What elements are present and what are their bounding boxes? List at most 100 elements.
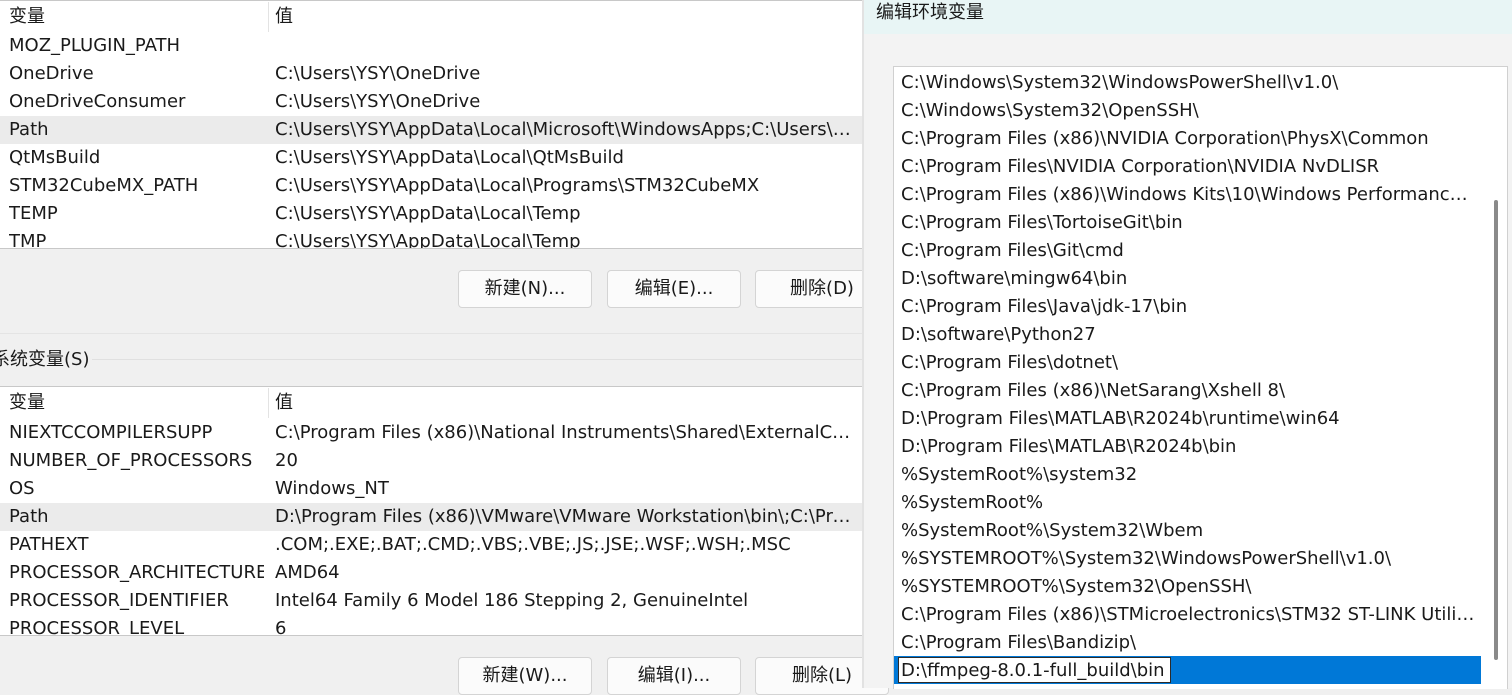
variable-name: PATHEXT xyxy=(9,534,89,555)
path-edit-input[interactable] xyxy=(898,657,1171,683)
table-row[interactable]: OneDriveConsumer C:\Users\YSY\OneDrive xyxy=(0,88,862,116)
edit-environment-variable-dialog: 编辑环境变量 C:\Windows\System32\WindowsPowerS… xyxy=(864,0,1512,689)
table-row-selected[interactable]: Path D:\Program Files (x86)\VMware\VMwar… xyxy=(0,503,862,531)
variable-name: OS xyxy=(9,478,35,499)
variable-name: NUMBER_OF_PROCESSORS xyxy=(9,450,253,471)
list-item[interactable]: C:\Program Files\dotnet\ xyxy=(894,349,1481,377)
table-row[interactable]: TEMP C:\Users\YSY\AppData\Local\Temp xyxy=(0,200,862,228)
path-entry: C:\Program Files (x86)\NetSarang\Xshell … xyxy=(901,380,1286,401)
list-item[interactable]: C:\Windows\System32\WindowsPowerShell\v1… xyxy=(894,69,1481,97)
variable-value: D:\Program Files (x86)\VMware\VMware Wor… xyxy=(275,506,857,527)
path-entry: D:\software\Python27 xyxy=(901,324,1096,345)
list-item[interactable]: C:\Program Files (x86)\STMicroelectronic… xyxy=(894,601,1481,629)
path-entries-list[interactable]: C:\Windows\System32\WindowsPowerShell\v1… xyxy=(893,66,1508,689)
path-entry: C:\Program Files\TortoiseGit\bin xyxy=(901,212,1183,233)
path-entry: C:\Windows\System32\OpenSSH\ xyxy=(901,100,1199,121)
system-variables-header: 变量 值 xyxy=(0,388,862,418)
variable-value: C:\Program Files (x86)\National Instrume… xyxy=(275,422,857,443)
path-entry: C:\Windows\System32\WindowsPowerShell\v1… xyxy=(901,72,1339,93)
table-row[interactable]: OneDrive C:\Users\YSY\OneDrive xyxy=(0,60,862,88)
user-variables-list[interactable]: 变量 值 MOZ_PLUGIN_PATH OneDrive C:\Users\Y… xyxy=(0,0,863,249)
list-item[interactable]: %SystemRoot% xyxy=(894,489,1481,517)
table-row[interactable]: PROCESSOR_ARCHITECTURE AMD64 xyxy=(0,559,862,587)
table-row[interactable]: PROCESSOR_LEVEL 6 xyxy=(0,615,862,636)
list-item[interactable]: C:\Program Files (x86)\Windows Kits\10\W… xyxy=(894,181,1481,209)
edit-user-variable-button[interactable]: 编辑(E)... xyxy=(607,270,741,308)
list-item[interactable]: %SystemRoot%\System32\Wbem xyxy=(894,517,1481,545)
path-entry: %SystemRoot% xyxy=(901,492,1044,513)
list-item[interactable]: C:\Program Files\TortoiseGit\bin xyxy=(894,209,1481,237)
path-entry: C:\Program Files\Bandizip\ xyxy=(901,632,1137,653)
path-entry: D:\Program Files\MATLAB\R2024b\bin xyxy=(901,436,1237,457)
variable-value: C:\Users\YSY\OneDrive xyxy=(275,63,481,84)
variable-name: Path xyxy=(9,119,49,140)
user-variables-header: 变量 值 xyxy=(0,2,862,32)
variable-name: Path xyxy=(9,506,49,527)
table-row[interactable]: PATHEXT .COM;.EXE;.BAT;.CMD;.VBS;.VBE;.J… xyxy=(0,531,862,559)
list-item-editing[interactable] xyxy=(894,656,1481,684)
system-variables-label: 系统变量(S) xyxy=(0,349,90,370)
path-entry: D:\Program Files\MATLAB\R2024b\runtime\w… xyxy=(901,408,1340,429)
title-bar[interactable]: 编辑环境变量 xyxy=(864,0,1512,34)
path-entry: %SYSTEMROOT%\System32\OpenSSH\ xyxy=(901,576,1252,597)
environment-variables-dialog: 变量 值 MOZ_PLUGIN_PATH OneDrive C:\Users\Y… xyxy=(0,0,889,695)
table-row[interactable]: NIEXTCCOMPILERSUPP C:\Program Files (x86… xyxy=(0,419,862,447)
new-user-variable-button[interactable]: 新建(N)... xyxy=(458,270,592,308)
table-row[interactable]: OS Windows_NT xyxy=(0,475,862,503)
variable-value: AMD64 xyxy=(275,562,340,583)
variable-name: PROCESSOR_IDENTIFIER xyxy=(9,590,229,611)
list-item[interactable]: %SystemRoot%\system32 xyxy=(894,461,1481,489)
variable-name: OneDriveConsumer xyxy=(9,91,186,112)
new-system-variable-button[interactable]: 新建(W)... xyxy=(458,657,592,695)
list-item[interactable]: D:\Program Files\MATLAB\R2024b\runtime\w… xyxy=(894,405,1481,433)
table-row[interactable]: QtMsBuild C:\Users\YSY\AppData\Local\QtM… xyxy=(0,144,862,172)
vertical-scrollbar[interactable] xyxy=(1488,67,1506,689)
path-entry: C:\Program Files\Git\cmd xyxy=(901,240,1124,261)
variable-value: 20 xyxy=(275,450,298,471)
variable-name: PROCESSOR_ARCHITECTURE xyxy=(9,562,264,583)
table-row[interactable]: TMP C:\Users\YSY\AppData\Local\Temp xyxy=(0,228,862,249)
list-item[interactable]: C:\Program Files\Bandizip\ xyxy=(894,629,1481,657)
variable-name: STM32CubeMX_PATH xyxy=(9,175,199,196)
variable-name: PROCESSOR_LEVEL xyxy=(9,618,185,636)
variable-name: TMP xyxy=(9,231,47,249)
list-item[interactable]: C:\Windows\System32\OpenSSH\ xyxy=(894,97,1481,125)
variable-name: MOZ_PLUGIN_PATH xyxy=(9,35,181,56)
variable-value: C:\Users\YSY\AppData\Local\Microsoft\Win… xyxy=(275,119,857,140)
table-row[interactable]: NUMBER_OF_PROCESSORS 20 xyxy=(0,447,862,475)
list-item[interactable]: %SYSTEMROOT%\System32\OpenSSH\ xyxy=(894,573,1481,601)
list-item[interactable]: C:\Program Files\NVIDIA Corporation\NVID… xyxy=(894,153,1481,181)
variable-value: Intel64 Family 6 Model 186 Stepping 2, G… xyxy=(275,590,749,611)
group-box-line xyxy=(92,359,864,360)
variable-name: NIEXTCCOMPILERSUPP xyxy=(9,422,213,443)
path-entry: %SYSTEMROOT%\System32\WindowsPowerShell\… xyxy=(901,548,1392,569)
system-variables-list[interactable]: 变量 值 NIEXTCCOMPILERSUPP C:\Program Files… xyxy=(0,386,863,636)
column-header-name[interactable]: 变量 xyxy=(9,2,264,32)
list-item[interactable]: C:\Program Files\Git\cmd xyxy=(894,237,1481,265)
scrollbar-thumb[interactable] xyxy=(1494,200,1498,660)
column-header-value[interactable]: 值 xyxy=(275,2,857,32)
path-entry: C:\Program Files\dotnet\ xyxy=(901,352,1119,373)
list-item[interactable]: D:\Program Files\MATLAB\R2024b\bin xyxy=(894,433,1481,461)
table-row-selected[interactable]: Path C:\Users\YSY\AppData\Local\Microsof… xyxy=(0,116,862,144)
variable-value: C:\Users\YSY\AppData\Local\Temp xyxy=(275,203,581,224)
column-divider[interactable] xyxy=(268,2,269,32)
list-item[interactable]: C:\Program Files (x86)\NVIDIA Corporatio… xyxy=(894,125,1481,153)
list-item[interactable]: %SYSTEMROOT%\System32\WindowsPowerShell\… xyxy=(894,545,1481,573)
path-entry: C:\Program Files (x86)\STMicroelectronic… xyxy=(901,604,1477,625)
table-row[interactable]: MOZ_PLUGIN_PATH xyxy=(0,32,862,60)
variable-name: TEMP xyxy=(9,203,58,224)
edit-system-variable-button[interactable]: 编辑(I)... xyxy=(607,657,741,695)
table-row[interactable]: PROCESSOR_IDENTIFIER Intel64 Family 6 Mo… xyxy=(0,587,862,615)
list-item[interactable]: D:\software\Python27 xyxy=(894,321,1481,349)
table-row[interactable]: STM32CubeMX_PATH C:\Users\YSY\AppData\Lo… xyxy=(0,172,862,200)
list-item[interactable]: C:\Program Files\Java\jdk-17\bin xyxy=(894,293,1481,321)
divider xyxy=(0,333,864,334)
list-item[interactable]: C:\Program Files (x86)\NetSarang\Xshell … xyxy=(894,377,1481,405)
path-entry: %SystemRoot%\system32 xyxy=(901,464,1138,485)
path-entry: D:\software\mingw64\bin xyxy=(901,268,1128,289)
column-header-value[interactable]: 值 xyxy=(275,388,857,418)
column-header-name[interactable]: 变量 xyxy=(9,388,264,418)
list-item[interactable]: D:\software\mingw64\bin xyxy=(894,265,1481,293)
column-divider[interactable] xyxy=(268,388,269,418)
